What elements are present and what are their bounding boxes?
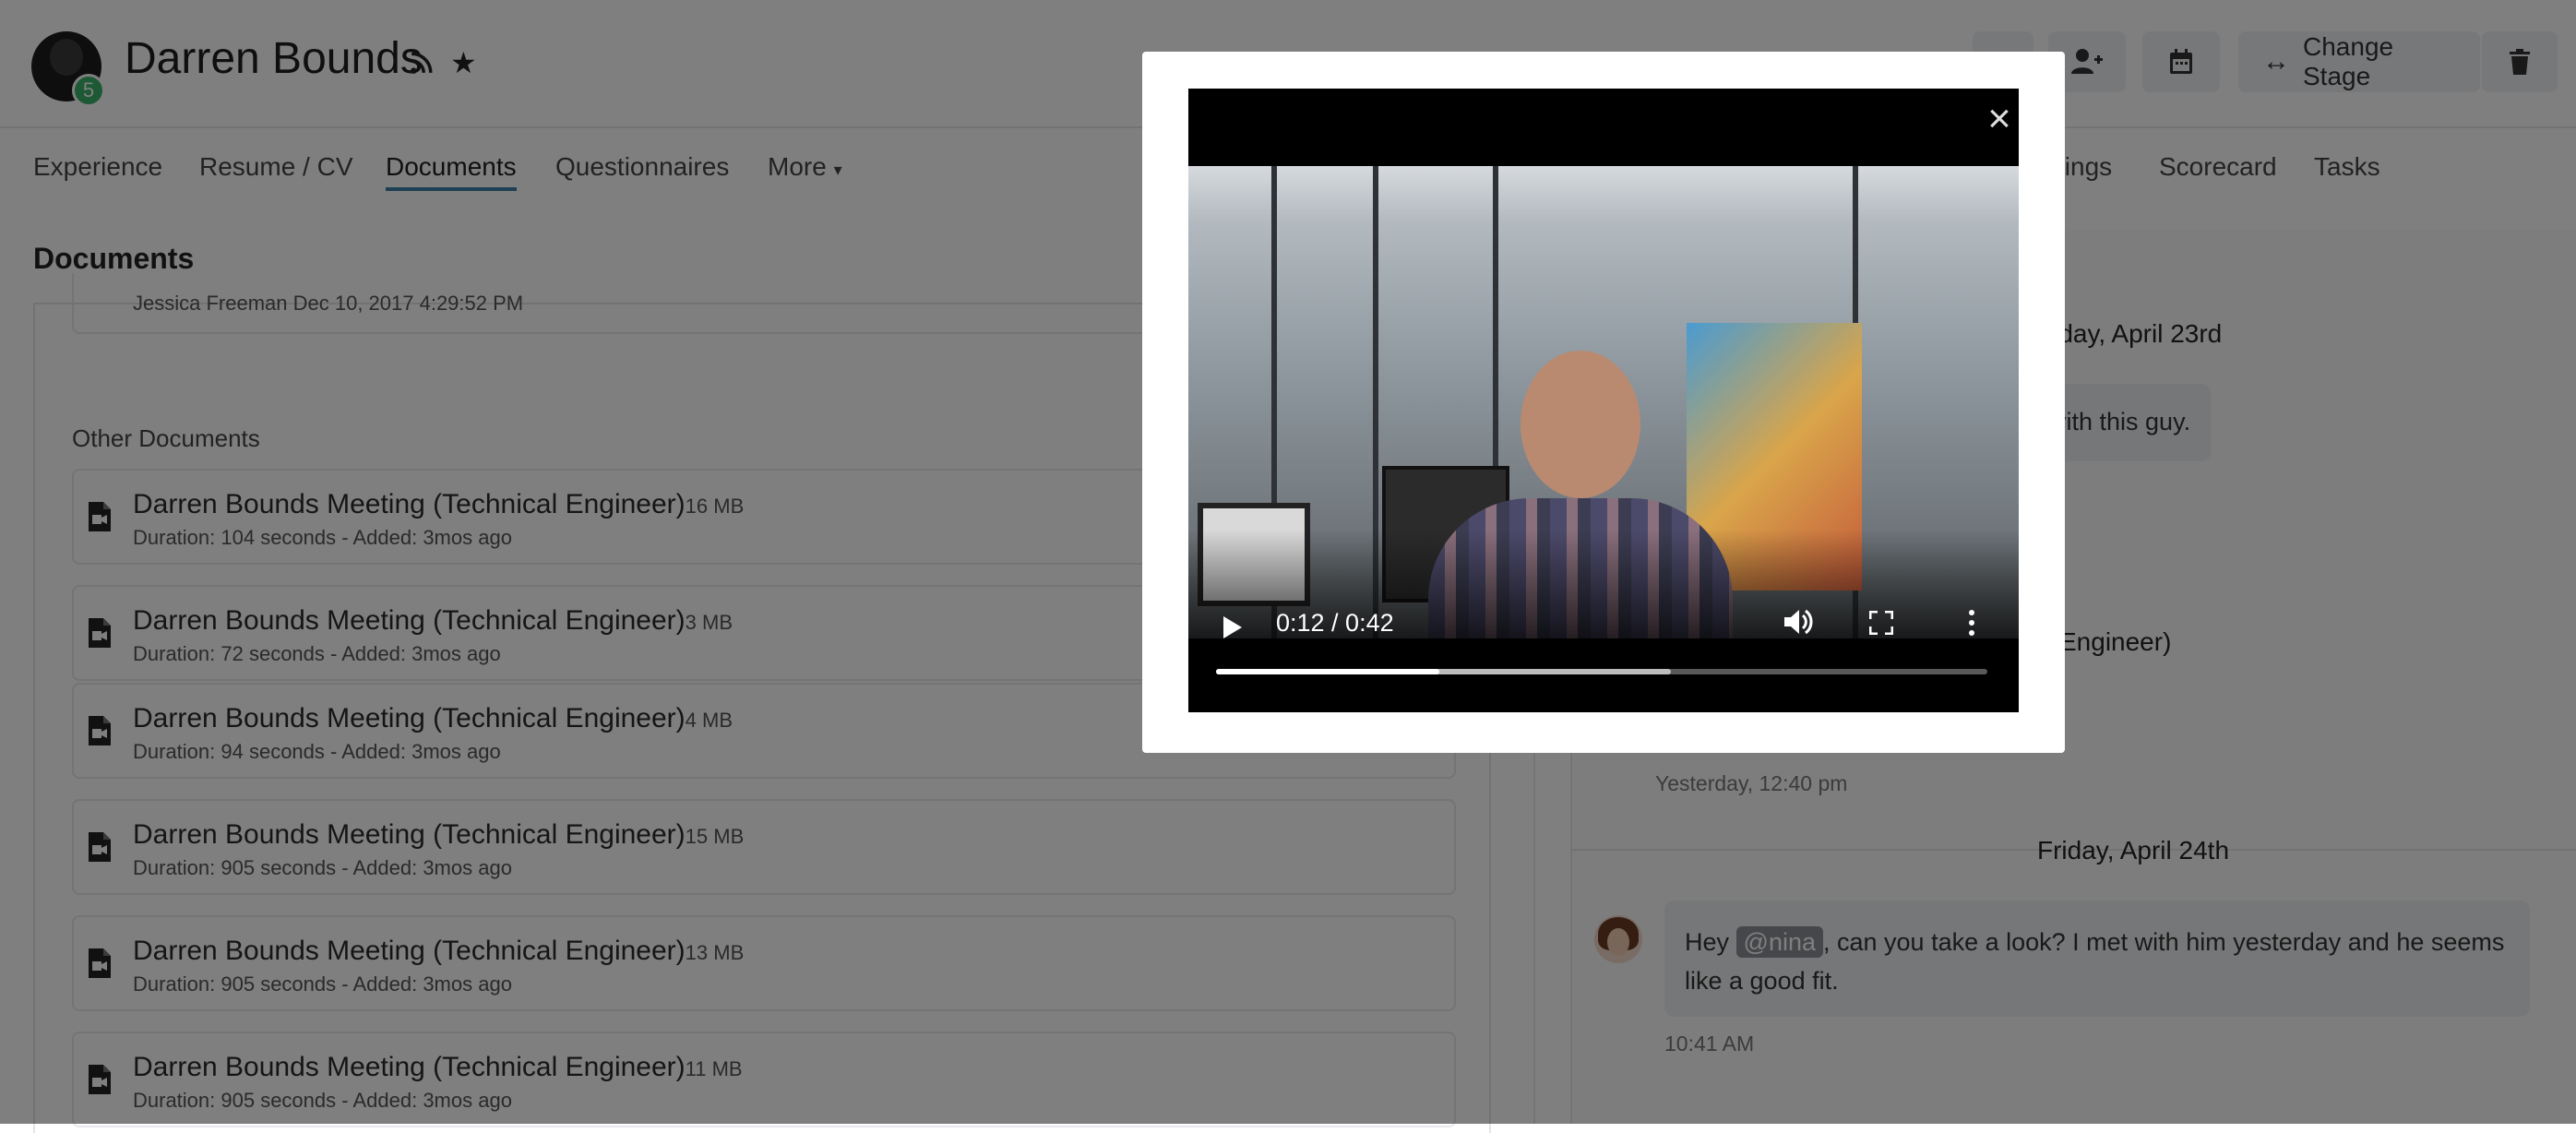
play-icon[interactable]: [1223, 616, 1242, 638]
more-options-icon[interactable]: [1969, 610, 1974, 636]
video-time: 0:12 / 0:42: [1276, 609, 1394, 637]
video-progress-track[interactable]: [1216, 669, 1987, 674]
video-played-bar: [1216, 669, 1440, 674]
volume-icon[interactable]: [1783, 607, 1814, 637]
fullscreen-icon[interactable]: [1869, 611, 1893, 635]
video-player[interactable]: 0:12 / 0:42 ×: [1188, 89, 2019, 712]
close-icon[interactable]: ×: [1982, 99, 2017, 139]
